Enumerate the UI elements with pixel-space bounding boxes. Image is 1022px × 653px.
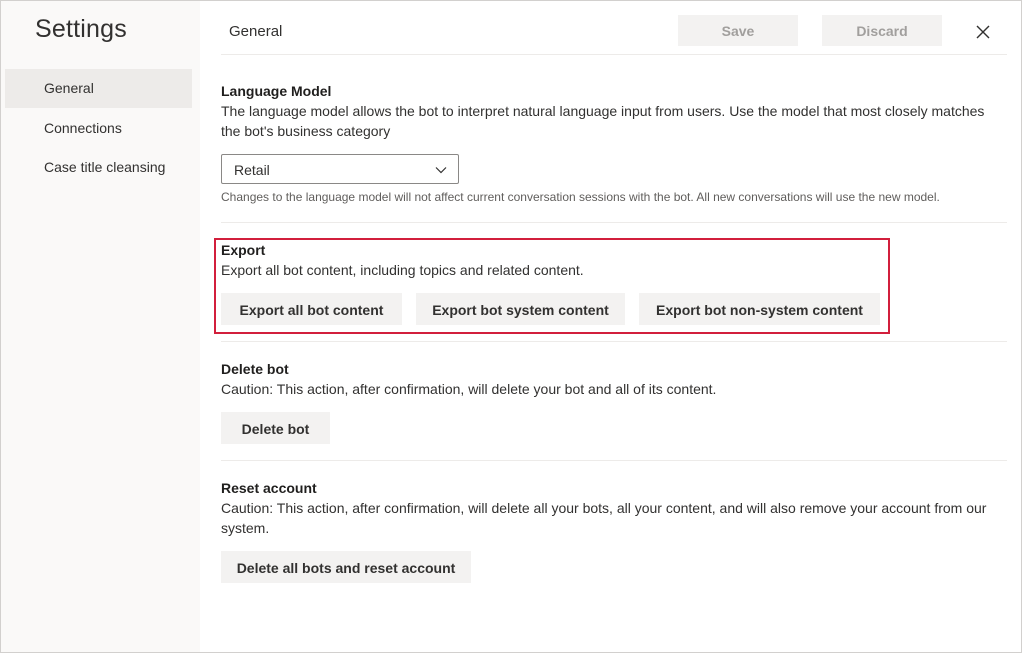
language-model-dropdown[interactable]: Retail [221,154,459,184]
delete-bot-button[interactable]: Delete bot [221,412,330,444]
discard-button[interactable]: Discard [822,15,942,46]
delete-bot-description: Caution: This action, after confirmation… [221,381,717,397]
section-divider [221,222,1007,223]
sidebar-item-general[interactable]: General [5,69,192,108]
section-divider [221,341,1007,342]
highlight-box [214,238,890,334]
sidebar-item-case-title-cleansing[interactable]: Case title cleansing [5,148,192,187]
sidebar-title: Settings [35,15,127,43]
sidebar-item-connections[interactable]: Connections [5,109,192,148]
delete-bot-title: Delete bot [221,361,289,377]
close-icon[interactable] [971,20,995,44]
sidebar: Settings General Connections Case title … [1,1,200,652]
section-divider [221,460,1007,461]
settings-panel: Settings General Connections Case title … [0,0,1022,653]
language-model-description: The language model allows the bot to int… [221,103,985,139]
save-button[interactable]: Save [678,15,798,46]
header-divider [221,54,1007,55]
page-title: General [229,23,283,40]
chevron-down-icon [434,163,448,177]
reset-account-description: Caution: This action, after confirmation… [221,500,987,536]
dropdown-selected-value: Retail [234,162,270,178]
reset-account-button[interactable]: Delete all bots and reset account [221,551,471,583]
language-model-title: Language Model [221,83,332,99]
language-model-hint: Changes to the language model will not a… [221,190,940,204]
reset-account-title: Reset account [221,480,317,496]
